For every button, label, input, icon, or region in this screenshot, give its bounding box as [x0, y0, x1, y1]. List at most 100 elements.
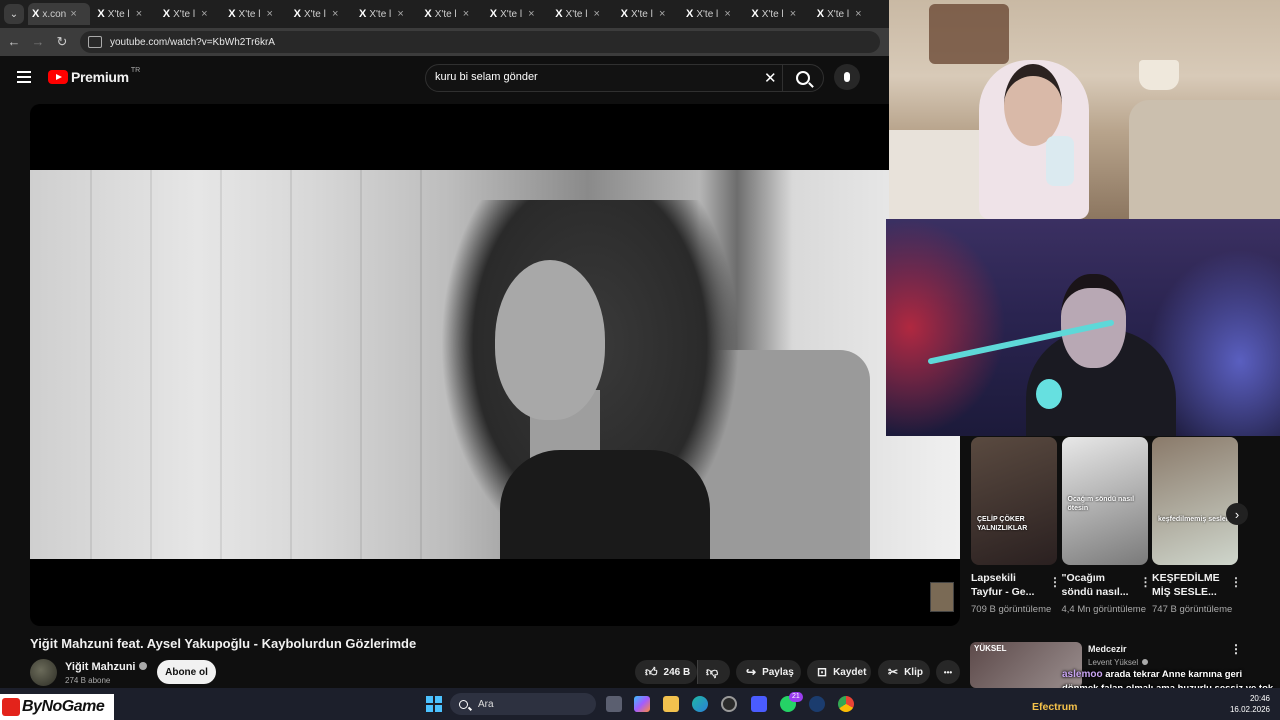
browser-tab[interactable]: X X'te l ×: [682, 3, 744, 25]
browser-tab[interactable]: X X'te l ×: [159, 3, 221, 25]
close-tab-icon[interactable]: ×: [397, 8, 403, 20]
thumbnail-text: YÜKSEL: [974, 644, 1007, 653]
close-tab-icon[interactable]: ×: [528, 8, 534, 20]
bynogame-icon: [2, 698, 20, 716]
short-card[interactable]: Ocağım söndü nasıl ötesin "Ocağım söndü n…: [1061, 437, 1152, 615]
x-logo-icon: X: [293, 8, 301, 20]
browser-tab[interactable]: X X'te l ×: [420, 3, 482, 25]
close-tab-icon[interactable]: ×: [724, 8, 730, 20]
more-options-icon[interactable]: ⋮: [1230, 642, 1242, 656]
store-icon[interactable]: [751, 696, 767, 712]
task-view-icon[interactable]: [606, 696, 622, 712]
forward-button[interactable]: →: [30, 34, 46, 49]
dislike-button[interactable]: 👎︎: [697, 660, 730, 684]
tab-title: X'te l: [827, 8, 850, 20]
url-field[interactable]: youtube.com/watch?v=KbWh2Tr6krA: [80, 31, 880, 53]
browser-tab[interactable]: X X'te l ×: [551, 3, 613, 25]
lamp: [1139, 60, 1179, 90]
channel-avatar[interactable]: [30, 659, 57, 686]
search-icon: [459, 699, 468, 709]
steam-icon[interactable]: [809, 696, 825, 712]
video-player[interactable]: [30, 104, 960, 626]
browser-tab[interactable]: X X'te l ×: [747, 3, 809, 25]
browser-tab[interactable]: X X'te l ×: [617, 3, 679, 25]
streamer-head: [1004, 64, 1062, 146]
reload-button[interactable]: ↻: [54, 34, 70, 50]
youtube-header: Premium TR kuru bi selam gönder ✕: [0, 56, 890, 100]
clock-time: 20:46: [1249, 694, 1270, 703]
whatsapp-badge: 21: [789, 692, 803, 702]
logo-text: Premium: [71, 69, 129, 85]
browser-tab[interactable]: Xx.con ×: [28, 3, 90, 25]
browser-tab[interactable]: X X'te l ×: [290, 3, 352, 25]
browser-tab[interactable]: X X'te l ×: [355, 3, 417, 25]
voice-search-button[interactable]: [834, 64, 860, 90]
short-title[interactable]: Lapsekili Tayfur - Ge...: [971, 571, 1039, 599]
browser-tab[interactable]: X X'te l ×: [224, 3, 286, 25]
system-clock[interactable]: 20:46 16.02.2026: [1228, 693, 1270, 715]
x-logo-icon: X: [686, 8, 694, 20]
more-options-icon[interactable]: ⋮: [1140, 575, 1152, 589]
clear-search-icon[interactable]: ✕: [764, 69, 777, 87]
short-card[interactable]: keşfedilmemiş sesler KEŞFEDİLME MİŞ SESLE…: [1152, 437, 1242, 615]
edge-icon[interactable]: [692, 696, 708, 712]
file-explorer-icon[interactable]: [663, 696, 679, 712]
channel-watermark[interactable]: [930, 582, 954, 612]
short-title[interactable]: KEŞFEDİLME MİŞ SESLE...: [1152, 571, 1220, 599]
more-actions-button[interactable]: •••: [936, 660, 960, 684]
channel-name[interactable]: Yiğit Mahzuni: [65, 661, 135, 673]
short-card[interactable]: ÇELİP ÇÖKER YALNIZLIKLAR Lapsekili Tayfur…: [971, 437, 1061, 615]
hamburger-menu-icon[interactable]: [17, 71, 31, 86]
copilot-icon[interactable]: [634, 696, 650, 712]
short-title[interactable]: "Ocağım söndü nasıl...: [1062, 571, 1130, 599]
short-thumbnail[interactable]: Ocağım söndü nasıl ötesin: [1061, 437, 1148, 565]
close-tab-icon[interactable]: ×: [855, 8, 861, 20]
close-tab-icon[interactable]: ×: [70, 8, 76, 20]
close-tab-icon[interactable]: ×: [463, 8, 469, 20]
obs-icon[interactable]: [721, 696, 737, 712]
browser-tab[interactable]: X X'te l ×: [93, 3, 155, 25]
tab-search-button[interactable]: ⌄: [4, 4, 24, 24]
search-box[interactable]: kuru bi selam gönder ✕: [425, 64, 824, 92]
search-input[interactable]: kuru bi selam gönder: [435, 71, 538, 83]
close-tab-icon[interactable]: ×: [594, 8, 600, 20]
like-button[interactable]: 👍︎ 246 B: [635, 660, 697, 684]
share-label: Paylaş: [762, 666, 794, 678]
subscriber-count: 274 B abone: [65, 676, 111, 685]
subscribe-button[interactable]: Abone ol: [157, 660, 216, 684]
channel-name-row[interactable]: Yiğit Mahzuni: [65, 661, 148, 673]
recommended-title[interactable]: Medcezir: [1088, 644, 1127, 654]
more-options-icon[interactable]: ⋮: [1049, 575, 1061, 589]
tab-title: x.con: [42, 8, 67, 20]
short-views: 4,4 Mn görüntüleme: [1061, 604, 1147, 615]
youtube-logo[interactable]: Premium TR: [48, 67, 140, 85]
chrome-icon[interactable]: [838, 696, 854, 712]
close-tab-icon[interactable]: ×: [267, 8, 273, 20]
clip-button[interactable]: ✂ Klip: [878, 660, 930, 684]
close-tab-icon[interactable]: ×: [201, 8, 207, 20]
verified-icon: [1142, 659, 1149, 665]
share-button[interactable]: ↪ Paylaş: [736, 660, 801, 684]
next-arrow-button[interactable]: ›: [1226, 503, 1248, 525]
browser-tab[interactable]: X X'te l ×: [486, 3, 548, 25]
short-views: 747 B görüntüleme: [1152, 604, 1233, 615]
taskbar-search[interactable]: Ara: [450, 693, 596, 715]
close-tab-icon[interactable]: ×: [659, 8, 665, 20]
short-thumbnail[interactable]: keşfedilmemiş sesler: [1152, 437, 1238, 565]
back-button[interactable]: ←: [6, 34, 22, 49]
close-tab-icon[interactable]: ×: [790, 8, 796, 20]
short-thumbnail[interactable]: ÇELİP ÇÖKER YALNIZLIKLAR: [971, 437, 1057, 565]
clip-label: Klip: [904, 666, 923, 678]
site-info-icon[interactable]: [88, 36, 102, 48]
windows-start-icon[interactable]: [426, 696, 442, 712]
tab-title: X'te l: [565, 8, 588, 20]
more-options-icon[interactable]: ⋮: [1230, 575, 1242, 589]
save-button[interactable]: ⊡ Kaydet: [807, 660, 871, 684]
video-frame[interactable]: [30, 170, 960, 559]
close-tab-icon[interactable]: ×: [332, 8, 338, 20]
browser-tab[interactable]: X X'te l ×: [813, 3, 875, 25]
search-button[interactable]: [782, 65, 823, 91]
search-icon: [796, 71, 810, 85]
close-tab-icon[interactable]: ×: [136, 8, 142, 20]
chevron-down-icon: ⌄: [9, 8, 19, 20]
